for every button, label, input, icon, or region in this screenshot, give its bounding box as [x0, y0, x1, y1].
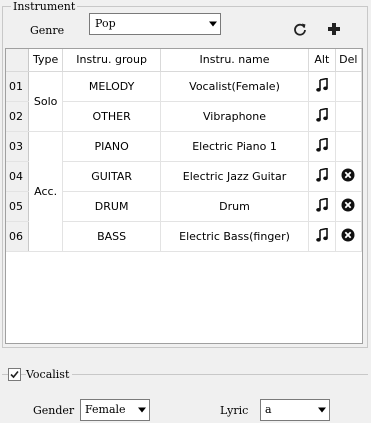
instrument-name-cell[interactable]: Electric Piano 1	[160, 131, 310, 162]
lyric-label: Lyric	[220, 404, 249, 417]
lyric-select[interactable]: a	[260, 399, 330, 421]
row-number: 05	[6, 191, 29, 222]
header-instru-group[interactable]: Instru. group	[62, 49, 161, 72]
header-instru-name[interactable]: Instru. name	[160, 49, 310, 72]
instrument-name-cell[interactable]: Vibraphone	[160, 101, 310, 132]
instrument-group-title: Instrument	[11, 0, 78, 13]
lyric-select-value: a	[265, 403, 272, 416]
vocalist-checkbox[interactable]	[8, 368, 21, 381]
gender-select[interactable]: Female	[80, 399, 150, 421]
del-cell	[335, 131, 363, 162]
instrument-group-cell[interactable]: MELODY	[62, 71, 161, 102]
alt-cell	[308, 191, 336, 222]
music-note-icon[interactable]	[316, 77, 328, 95]
row-number: 01	[6, 71, 29, 102]
table-row[interactable]: 01 Solo MELODY Vocalist(Female)	[6, 71, 363, 132]
music-note-icon[interactable]	[316, 227, 328, 245]
gender-label: Gender	[33, 404, 75, 417]
chevron-down-icon	[209, 21, 217, 27]
instrument-table: Type Instru. group Instru. name Alt Del …	[5, 48, 363, 344]
instrument-name-cell[interactable]: Vocalist(Female)	[160, 71, 310, 102]
del-cell	[335, 71, 363, 102]
refresh-icon	[294, 23, 306, 36]
add-button[interactable]	[325, 20, 343, 38]
music-note-icon[interactable]	[316, 107, 328, 125]
genre-select[interactable]: Pop	[89, 13, 221, 35]
refresh-button[interactable]	[291, 20, 309, 38]
music-note-icon[interactable]	[316, 137, 328, 155]
header-alt[interactable]: Alt	[308, 49, 336, 72]
instrument-name-cell[interactable]: Electric Bass(finger)	[160, 221, 310, 252]
table-header-row: Type Instru. group Instru. name Alt Del	[6, 49, 363, 72]
corner-header	[6, 49, 29, 72]
instrument-group-cell[interactable]: OTHER	[62, 101, 161, 132]
row-number: 03	[6, 131, 29, 162]
gender-select-value: Female	[85, 403, 126, 416]
table-row[interactable]: 03 Acc. PIANO Electric Piano 1	[6, 131, 363, 252]
alt-cell	[308, 221, 336, 252]
row-number: 02	[6, 101, 29, 132]
instrument-group-cell[interactable]: DRUM	[62, 191, 161, 222]
header-del[interactable]: Del	[335, 49, 363, 72]
chevron-down-icon	[318, 407, 326, 413]
instrument-name-cell[interactable]: Drum	[160, 191, 310, 222]
delete-icon[interactable]	[341, 198, 355, 215]
del-cell	[335, 161, 363, 192]
vocalist-label: Vocalist	[26, 368, 73, 381]
instrument-group-cell[interactable]: PIANO	[62, 131, 161, 162]
instrument-name-cell[interactable]: Electric Jazz Guitar	[160, 161, 310, 192]
instrument-group-cell[interactable]: GUITAR	[62, 161, 161, 192]
type-cell: Acc.	[28, 131, 64, 252]
alt-cell	[308, 131, 336, 162]
checkmark-icon	[10, 370, 19, 379]
type-cell: Solo	[28, 71, 64, 132]
instrument-group-cell[interactable]: BASS	[62, 221, 161, 252]
genre-select-value: Pop	[95, 17, 116, 30]
plus-icon	[328, 23, 340, 35]
genre-label: Genre	[30, 24, 65, 37]
music-note-icon[interactable]	[316, 197, 328, 215]
delete-icon[interactable]	[341, 228, 355, 245]
alt-cell	[308, 161, 336, 192]
delete-icon[interactable]	[341, 168, 355, 185]
row-number: 06	[6, 221, 29, 252]
alt-cell	[308, 71, 336, 102]
del-cell	[335, 221, 363, 252]
header-type[interactable]: Type	[28, 49, 64, 72]
del-cell	[335, 191, 363, 222]
row-number: 04	[6, 161, 29, 192]
chevron-down-icon	[138, 407, 146, 413]
music-note-icon[interactable]	[316, 167, 328, 185]
del-cell	[335, 101, 363, 132]
alt-cell	[308, 101, 336, 132]
